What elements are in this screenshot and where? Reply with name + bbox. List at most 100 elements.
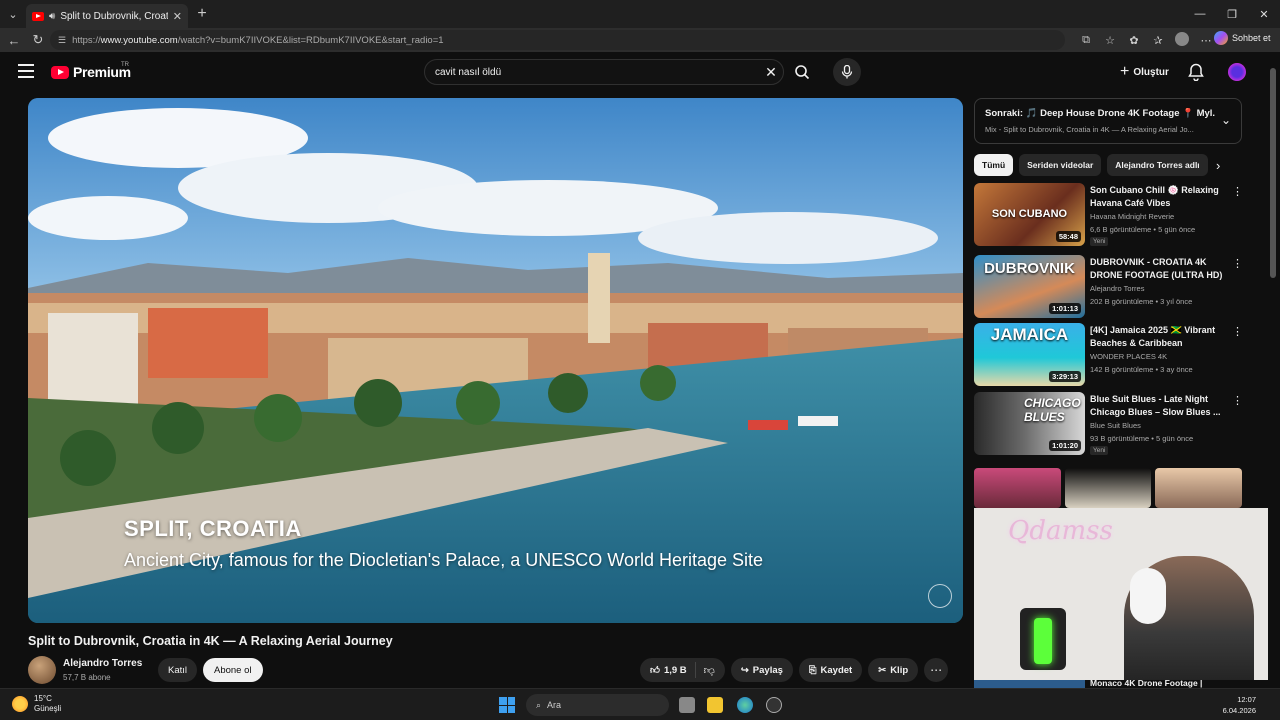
tab-list-chevron-icon[interactable]: ⌄ bbox=[0, 0, 26, 28]
app-install-icon[interactable]: ⧉ bbox=[1076, 34, 1096, 47]
weather-widget[interactable]: 15°C Güneşli bbox=[12, 694, 61, 714]
recommendation-channel[interactable]: WONDER PLACES 4K bbox=[1090, 352, 1167, 361]
window-controls: — ❐ ✕ bbox=[1184, 0, 1280, 28]
search-button[interactable] bbox=[788, 59, 816, 85]
video-player[interactable]: SPLIT, CROATIA Ancient City, famous for … bbox=[28, 98, 963, 623]
create-button[interactable]: + Oluştur bbox=[1112, 61, 1177, 83]
create-label: Oluştur bbox=[1133, 66, 1169, 78]
video-title: Split to Dubrovnik, Croatia in 4K — A Re… bbox=[28, 634, 393, 648]
chip-series[interactable]: Seriden videolar bbox=[1019, 154, 1102, 176]
sun-icon bbox=[12, 696, 28, 712]
clear-search-icon[interactable]: ✕ bbox=[759, 64, 783, 81]
clip-button[interactable]: ✂ Klip bbox=[868, 658, 919, 682]
menu-icon[interactable] bbox=[18, 64, 34, 78]
youtube-favicon-icon bbox=[32, 11, 44, 21]
close-window-icon[interactable]: ✕ bbox=[1248, 0, 1280, 28]
recommendation-title[interactable]: Son Cubano Chill 🍥 Relaxing Havana Café … bbox=[1090, 184, 1230, 210]
search-input[interactable] bbox=[435, 66, 759, 78]
back-icon[interactable]: ← bbox=[2, 28, 26, 52]
clock-date: 6.04.2026 bbox=[1222, 706, 1256, 715]
video-duration: 1:01:20 bbox=[1049, 440, 1081, 451]
recommendation-title[interactable]: Blue Suit Blues - Late Night Chicago Blu… bbox=[1090, 393, 1230, 419]
profile-icon[interactable] bbox=[1172, 31, 1192, 49]
edge-browser-icon[interactable] bbox=[737, 697, 753, 713]
scrollbar-thumb[interactable] bbox=[1270, 68, 1276, 278]
windows-start-icon[interactable] bbox=[499, 697, 515, 713]
recommendation-title[interactable]: DUBROVNIK - CROATIA 4K DRONE FOOTAGE (UL… bbox=[1090, 256, 1230, 282]
recommendation-item[interactable]: CHICAGO BLUES 1:01:20 Blue Suit Blues - … bbox=[974, 392, 1243, 456]
voice-search-button[interactable] bbox=[833, 58, 861, 86]
search-box: ✕ bbox=[424, 59, 784, 85]
restore-icon[interactable]: ❐ bbox=[1216, 0, 1248, 28]
channel-name[interactable]: Alejandro Torres bbox=[63, 658, 142, 669]
video-thumbnail[interactable] bbox=[974, 680, 1085, 688]
thumbnail-text: SON CUBANO bbox=[991, 208, 1068, 221]
browser-tab-active[interactable]: 🔊︎ Split to Dubrovnik, Croatia in ✕ bbox=[26, 4, 188, 28]
chip-all[interactable]: Tümü bbox=[974, 154, 1014, 176]
youtube-logo[interactable]: Premium TR bbox=[51, 62, 131, 80]
shorts-thumbnails[interactable] bbox=[974, 468, 1242, 508]
video-thumbnail[interactable]: JAMAICA 3:29:13 bbox=[974, 323, 1085, 386]
share-label: Paylaş bbox=[752, 664, 783, 676]
minimize-icon[interactable]: — bbox=[1184, 0, 1216, 28]
recommendation-title[interactable]: Monaco 4K Drone Footage | bbox=[1090, 678, 1202, 688]
recommendation-item[interactable]: DUBROVNIK 1:01:13 DUBROVNIK - CROATIA 4K… bbox=[974, 255, 1243, 319]
chevron-down-icon[interactable]: ⌄ bbox=[1221, 113, 1231, 127]
favorite-star-icon[interactable]: ☆ bbox=[1100, 34, 1120, 47]
more-vertical-icon[interactable]: ⋮ bbox=[1232, 394, 1243, 407]
address-bar[interactable]: ☰ https://www.youtube.com/watch?v=bumK7I… bbox=[50, 30, 1065, 50]
more-menu-icon[interactable]: ⋯ bbox=[1196, 34, 1216, 47]
favorites-icon[interactable]: ✰ bbox=[1148, 34, 1168, 47]
obs-icon[interactable] bbox=[766, 697, 782, 713]
more-vertical-icon[interactable]: ⋮ bbox=[1232, 185, 1243, 198]
more-actions-icon[interactable]: ⋯ bbox=[924, 658, 949, 682]
task-view-icon[interactable] bbox=[679, 697, 695, 713]
reload-icon[interactable]: ↻ bbox=[26, 28, 50, 52]
up-next-panel[interactable]: Sonraki: 🎵 Deep House Drone 4K Footage 📍… bbox=[974, 98, 1242, 144]
more-vertical-icon[interactable]: ⋮ bbox=[1232, 257, 1243, 270]
channel-watermark-icon[interactable] bbox=[928, 584, 952, 608]
thumbs-down-icon: 👎︎ bbox=[703, 664, 715, 677]
video-thumbnail[interactable]: CHICAGO BLUES 1:01:20 bbox=[974, 392, 1085, 455]
browser-toolbar: ← ↻ ☰ https://www.youtube.com/watch?v=bu… bbox=[0, 28, 1280, 52]
recommendation-title[interactable]: [4K] Jamaica 2025 🇯🇲 Vibrant Beaches & C… bbox=[1090, 324, 1230, 350]
subscriber-count: 57,7 B abone bbox=[63, 673, 111, 682]
recommendation-item[interactable]: Monaco 4K Drone Footage | bbox=[974, 678, 1242, 688]
speaker-icon[interactable]: 🔊︎ bbox=[49, 11, 55, 22]
join-button[interactable]: Katıl bbox=[158, 658, 198, 682]
recommendation-channel[interactable]: Blue Suit Blues bbox=[1090, 421, 1141, 430]
site-info-icon[interactable]: ☰ bbox=[58, 35, 66, 46]
save-button[interactable]: ⎘ Kaydet bbox=[798, 658, 863, 682]
chip-channel[interactable]: Alejandro Torres adlı bbox=[1107, 154, 1208, 176]
green-light bbox=[1034, 618, 1052, 664]
file-explorer-icon[interactable] bbox=[707, 697, 723, 713]
up-next-mix: Mix - Split to Dubrovnik, Croatia in 4K … bbox=[985, 125, 1194, 134]
country-code: TR bbox=[121, 62, 129, 68]
recommendation-item[interactable]: JAMAICA 3:29:13 [4K] Jamaica 2025 🇯🇲 Vib… bbox=[974, 323, 1243, 387]
new-tab-button[interactable]: + bbox=[188, 5, 216, 23]
plus-icon: + bbox=[1120, 63, 1130, 80]
video-duration: 3:29:13 bbox=[1049, 371, 1081, 382]
video-thumbnail[interactable]: SON CUBANO 58:48 bbox=[974, 183, 1085, 246]
notifications-icon[interactable] bbox=[1188, 63, 1204, 86]
close-tab-icon[interactable]: ✕ bbox=[173, 10, 182, 23]
like-dislike-group: 👍︎ 1,9 B 👎︎ bbox=[640, 658, 725, 682]
share-button[interactable]: ↪ Paylaş bbox=[730, 658, 793, 682]
video-thumbnail[interactable]: DUBROVNIK 1:01:13 bbox=[974, 255, 1085, 318]
recommendation-channel[interactable]: Havana Midnight Reverie bbox=[1090, 212, 1174, 221]
like-button[interactable]: 👍︎ 1,9 B bbox=[640, 662, 696, 678]
recommendation-item[interactable]: SON CUBANO 58:48 Son Cubano Chill 🍥 Rela… bbox=[974, 183, 1243, 247]
system-clock[interactable]: 12:07 6.04.2026 bbox=[1223, 694, 1256, 716]
extensions-icon[interactable]: ✿ bbox=[1124, 34, 1144, 47]
account-avatar[interactable] bbox=[1228, 63, 1246, 81]
more-vertical-icon[interactable]: ⋮ bbox=[1232, 325, 1243, 338]
dislike-button[interactable]: 👎︎ bbox=[696, 664, 725, 677]
taskbar-search[interactable]: ⌕ Ara bbox=[526, 694, 669, 716]
recommendation-meta: 202 B görüntüleme • 3 yıl önce bbox=[1090, 297, 1193, 306]
chevron-right-icon[interactable]: › bbox=[1216, 158, 1220, 173]
youtube-header: Premium TR ✕ + Oluştur bbox=[0, 52, 1280, 92]
recommendation-channel[interactable]: Alejandro Torres bbox=[1090, 284, 1144, 293]
channel-avatar[interactable] bbox=[28, 656, 56, 684]
subscribe-button[interactable]: Abone ol bbox=[203, 658, 263, 682]
copilot-button[interactable]: Sohbet et bbox=[1214, 31, 1271, 45]
